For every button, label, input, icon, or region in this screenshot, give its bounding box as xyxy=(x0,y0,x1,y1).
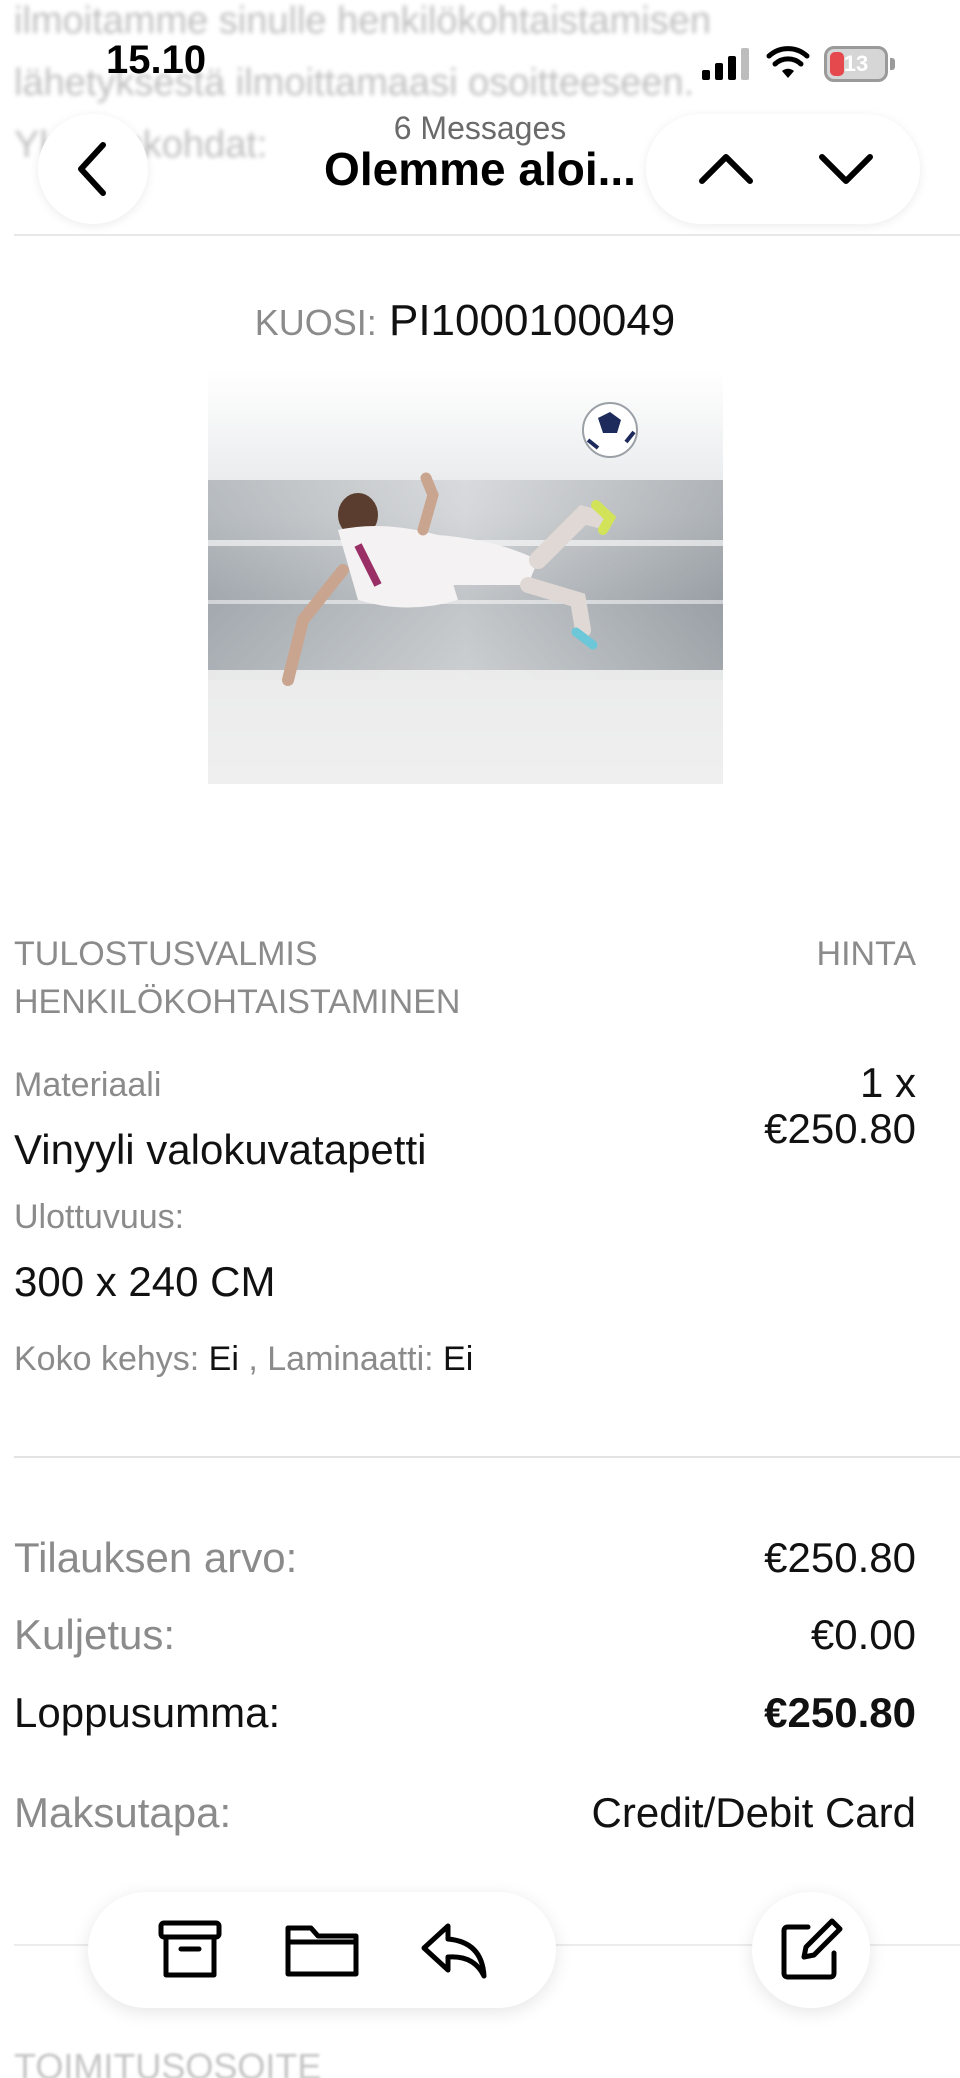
total-label: Loppusumma: xyxy=(14,1689,281,1736)
item-options: Koko kehys: Ei , Laminaatti: Ei xyxy=(14,1340,473,1379)
frame-value: Ei xyxy=(208,1340,239,1378)
total-value: €250.80 xyxy=(764,1689,916,1736)
move-to-folder-button[interactable] xyxy=(262,1892,382,2008)
previous-message-button[interactable] xyxy=(676,114,776,224)
status-bar: 15.10 13 xyxy=(0,0,960,120)
battery-icon: 13 xyxy=(824,46,896,82)
thread-title: Olemme aloi... xyxy=(324,143,636,195)
battery-level: 13 xyxy=(843,51,869,76)
pattern-code: PI1000100049 xyxy=(388,296,676,345)
shipping-value: €0.00 xyxy=(810,1611,916,1658)
message-toolbar xyxy=(88,1892,556,2008)
dimension-label: Ulottuvuus: xyxy=(14,1198,185,1236)
reply-button[interactable] xyxy=(394,1892,514,2008)
wifi-icon xyxy=(766,46,810,78)
payment-method-value: Credit/Debit Card xyxy=(591,1789,916,1836)
item-header-line-1: TULOSTUSVALMIS xyxy=(14,935,318,973)
material-label: Materiaali xyxy=(14,1066,162,1104)
frame-label: Koko kehys: xyxy=(14,1340,200,1378)
battery-cap xyxy=(890,58,895,70)
item-column-header: TULOSTUSVALMIS HENKILÖKOHTAISTAMINEN xyxy=(14,930,614,1026)
price-column-header: HINTA xyxy=(816,935,916,973)
item-header-line-2: HENKILÖKOHTAISTAMINEN xyxy=(14,983,461,1021)
reply-icon xyxy=(421,1923,487,1979)
archive-button[interactable] xyxy=(130,1892,250,2008)
pattern-code-line: KUOSI: PI1000100049 xyxy=(0,296,930,346)
item-price: 1 x €250.80 xyxy=(700,1060,916,1152)
shipping-address-heading: TOIMITUSOSOITE xyxy=(14,2046,322,2078)
laminate-value: Ei xyxy=(443,1340,474,1378)
header-divider xyxy=(14,234,960,236)
chevron-left-icon xyxy=(78,142,106,196)
item-quantity: 1 x xyxy=(859,1059,916,1106)
status-time: 15.10 xyxy=(106,38,207,82)
chevron-down-icon xyxy=(819,154,873,184)
material-value: Vinyyli valokuvatapetti xyxy=(14,1126,427,1173)
order-value: €250.80 xyxy=(764,1534,916,1581)
shipping-label: Kuljetus: xyxy=(14,1611,176,1658)
message-navigation xyxy=(646,114,920,224)
chevron-up-icon xyxy=(699,154,753,184)
options-separator: , xyxy=(248,1340,258,1378)
archive-icon xyxy=(158,1920,222,1978)
folder-icon xyxy=(285,1925,359,1977)
order-value-label: Tilauksen arvo: xyxy=(14,1534,298,1581)
laminate-label: Laminaatti: xyxy=(267,1340,434,1378)
cellular-signal-icon xyxy=(702,48,749,80)
compose-button[interactable] xyxy=(752,1892,870,2008)
next-message-button[interactable] xyxy=(796,114,896,224)
back-button[interactable] xyxy=(38,114,148,224)
dimension-value: 300 x 240 CM xyxy=(14,1258,276,1305)
item-unit-price: €250.80 xyxy=(764,1105,916,1152)
items-divider xyxy=(14,1456,960,1458)
pattern-label: KUOSI: xyxy=(254,302,377,343)
payment-method-label: Maksutapa: xyxy=(14,1789,232,1836)
product-photo[interactable] xyxy=(208,370,723,784)
compose-icon xyxy=(781,1918,843,1980)
